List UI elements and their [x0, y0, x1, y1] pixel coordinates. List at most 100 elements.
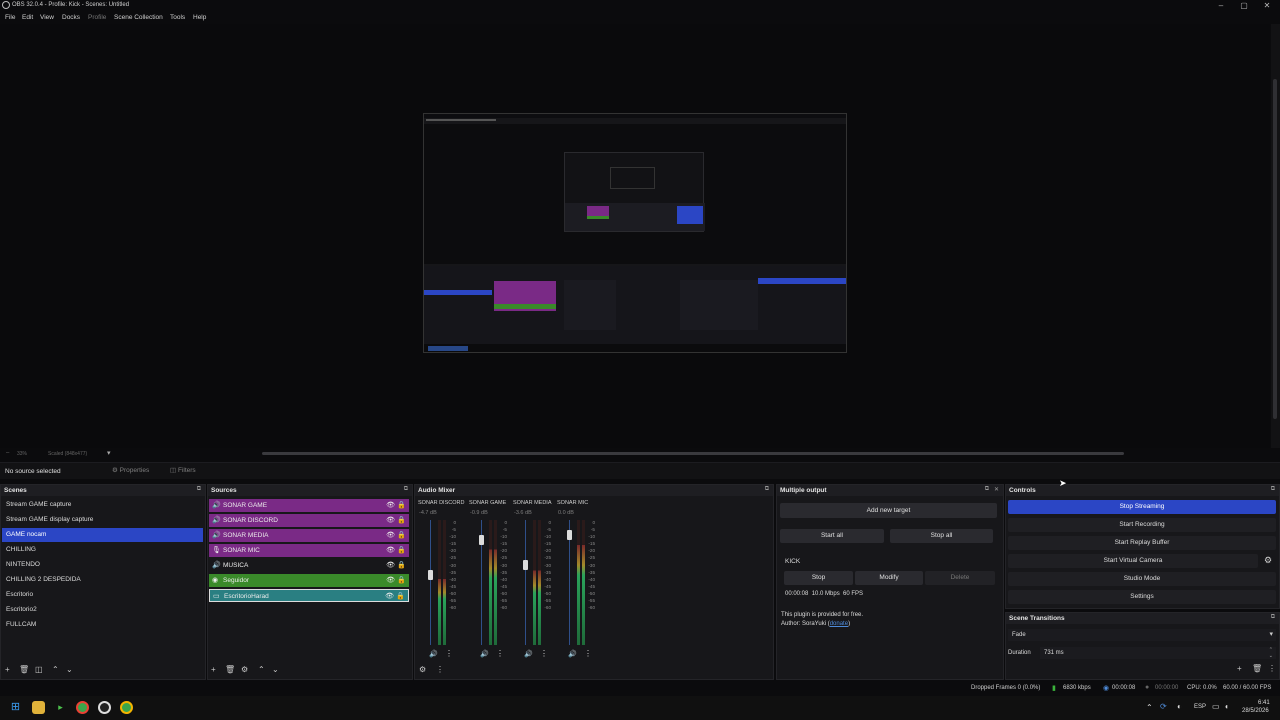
scene-filters-icon[interactable]: ◫ — [35, 665, 43, 674]
move-down-icon[interactable]: ⌄ — [272, 665, 279, 674]
donate-link[interactable]: donate — [830, 621, 848, 627]
maximize-button[interactable]: ▢ — [1237, 1, 1251, 11]
scene-item[interactable]: CHILLING 2 DESPEDIDA — [2, 573, 203, 587]
menu-file[interactable]: File — [5, 14, 15, 21]
start-recording-button[interactable]: Start Recording — [1008, 518, 1276, 532]
scene-item[interactable]: GAME nocam — [2, 528, 203, 542]
visibility-eye-icon[interactable]: 👁 — [386, 574, 395, 587]
windows-start-icon[interactable]: ⊞ — [9, 701, 22, 714]
add-source-icon[interactable]: + — [211, 665, 216, 674]
preview-vertical-scrollbar[interactable] — [1271, 24, 1280, 448]
scene-item[interactable]: CHILLING — [2, 543, 203, 557]
dock-close-icon[interactable]: ✕ — [994, 486, 999, 493]
lock-icon[interactable]: 🔒 — [397, 529, 406, 542]
visibility-eye-icon[interactable]: 👁 — [385, 590, 394, 603]
settings-button[interactable]: Settings — [1008, 590, 1276, 604]
visibility-eye-icon[interactable]: 👁 — [386, 544, 395, 557]
advanced-audio-icon[interactable]: ⚙ — [419, 665, 426, 674]
visibility-eye-icon[interactable]: 👁 — [386, 514, 395, 527]
target-stop-button[interactable]: Stop — [784, 571, 853, 585]
source-properties-icon[interactable]: ⚙ — [241, 665, 248, 674]
scene-item[interactable]: Stream GAME display capture — [2, 513, 203, 527]
add-transition-icon[interactable]: + — [1237, 664, 1242, 673]
remove-transition-icon[interactable]: 🗑 — [1252, 664, 1262, 673]
fader-knob[interactable] — [428, 569, 433, 580]
remove-source-icon[interactable]: 🗑 — [225, 665, 235, 674]
virtual-camera-settings-icon[interactable]: ⚙ — [1264, 555, 1272, 566]
language-indicator[interactable]: ESP — [1194, 704, 1206, 710]
zoom-out-button[interactable]: – — [6, 450, 9, 456]
start-all-button[interactable]: Start all — [780, 529, 884, 543]
start-replay-buffer-button[interactable]: Start Replay Buffer — [1008, 536, 1276, 550]
channel-menu-icon[interactable]: ⋮ — [540, 649, 548, 658]
scene-item[interactable]: Escritorio2 — [2, 603, 203, 617]
dock-float-icon[interactable]: ⧉ — [404, 486, 408, 493]
scene-item[interactable]: Stream GAME capture — [2, 498, 203, 512]
menu-docks[interactable]: Docks — [62, 14, 80, 21]
tray-sync-icon[interactable]: ⟳ — [1160, 702, 1167, 711]
source-item[interactable]: 🎙 SONAR MIC 👁 🔒 — [209, 544, 409, 557]
preview-horizontal-scrollbar[interactable] — [262, 452, 1124, 455]
minimize-button[interactable]: – — [1214, 1, 1228, 11]
lock-icon[interactable]: 🔒 — [397, 559, 406, 572]
duration-spinbox[interactable]: 731 ms ⌃ ⌄ — [1040, 647, 1276, 659]
source-item[interactable]: 🔊 SONAR GAME 👁 🔒 — [209, 499, 409, 512]
app-green-icon[interactable]: ▸ — [54, 701, 67, 714]
dock-float-icon[interactable]: ⧉ — [1271, 486, 1275, 493]
lock-icon[interactable]: 🔒 — [397, 499, 406, 512]
menu-edit[interactable]: Edit — [22, 14, 33, 21]
visibility-eye-icon[interactable]: 👁 — [386, 529, 395, 542]
channel-menu-icon[interactable]: ⋮ — [496, 649, 504, 658]
chrome-icon-2[interactable] — [120, 701, 133, 714]
menu-profile[interactable]: Profile — [88, 14, 106, 21]
tray-chevron-icon[interactable]: ⌃ — [1146, 703, 1153, 712]
menu-view[interactable]: View — [40, 14, 54, 21]
start-virtual-camera-button[interactable]: Start Virtual Camera — [1008, 554, 1258, 568]
dock-float-icon[interactable]: ⧉ — [765, 486, 769, 493]
source-item[interactable]: ◉ Seguidor 👁 🔒 — [209, 574, 409, 587]
lock-icon[interactable]: 🔒 — [397, 574, 406, 587]
studio-mode-button[interactable]: Studio Mode — [1008, 572, 1276, 586]
add-scene-icon[interactable]: + — [5, 665, 10, 674]
stop-streaming-button[interactable]: Stop Streaming — [1008, 500, 1276, 514]
transition-menu-icon[interactable]: ⋮ — [1268, 664, 1276, 673]
target-delete-button[interactable]: Delete — [925, 571, 995, 585]
menu-help[interactable]: Help — [193, 14, 206, 21]
scene-item[interactable]: FULLCAM — [2, 618, 203, 632]
lock-icon[interactable]: 🔒 — [396, 590, 405, 603]
menu-scene-collection[interactable]: Scene Collection — [114, 14, 163, 21]
source-item[interactable]: 🔊 SONAR DISCORD 👁 🔒 — [209, 514, 409, 527]
source-item[interactable]: ▭ EscritorioHarad 👁 🔒 — [209, 589, 409, 602]
mute-speaker-icon[interactable]: 🔊 — [524, 650, 533, 658]
network-icon[interactable]: ▭ — [1212, 702, 1220, 711]
source-item[interactable]: 🔊 MUSICA 👁 🔒 — [209, 559, 409, 572]
fader-knob[interactable] — [479, 534, 484, 545]
volume-icon[interactable]: ◖ — [1224, 702, 1229, 711]
tray-app-icon[interactable]: ◐ — [1177, 702, 1182, 711]
obs-taskbar-icon[interactable] — [98, 701, 111, 714]
move-up-icon[interactable]: ⌃ — [258, 665, 265, 674]
scene-item[interactable]: Escritorio — [2, 588, 203, 602]
dock-float-icon[interactable]: ⧉ — [985, 486, 989, 493]
lock-icon[interactable]: 🔒 — [397, 544, 406, 557]
fader-track[interactable] — [430, 520, 431, 645]
channel-menu-icon[interactable]: ⋮ — [584, 649, 592, 658]
chrome-icon[interactable] — [76, 701, 89, 714]
lock-icon[interactable]: 🔒 — [397, 514, 406, 527]
move-up-icon[interactable]: ⌃ — [52, 665, 59, 674]
menu-tools[interactable]: Tools — [170, 14, 185, 21]
move-down-icon[interactable]: ⌄ — [66, 665, 73, 674]
file-explorer-icon[interactable] — [32, 701, 45, 714]
dock-float-icon[interactable]: ⧉ — [1271, 614, 1275, 621]
scene-item[interactable]: NINTENDO — [2, 558, 203, 572]
visibility-eye-icon[interactable]: 👁 — [386, 499, 395, 512]
scale-dropdown-icon[interactable]: ▾ — [107, 449, 111, 457]
source-item[interactable]: 🔊 SONAR MEDIA 👁 🔒 — [209, 529, 409, 542]
fader-knob[interactable] — [567, 529, 572, 540]
mute-speaker-icon[interactable]: 🔊 — [480, 650, 489, 658]
target-modify-button[interactable]: Modify — [855, 571, 923, 585]
filters-button[interactable]: ◫ Filters — [170, 466, 204, 477]
remove-scene-icon[interactable]: 🗑 — [19, 665, 29, 674]
close-button[interactable]: ✕ — [1260, 1, 1274, 11]
fader-track[interactable] — [525, 520, 526, 645]
